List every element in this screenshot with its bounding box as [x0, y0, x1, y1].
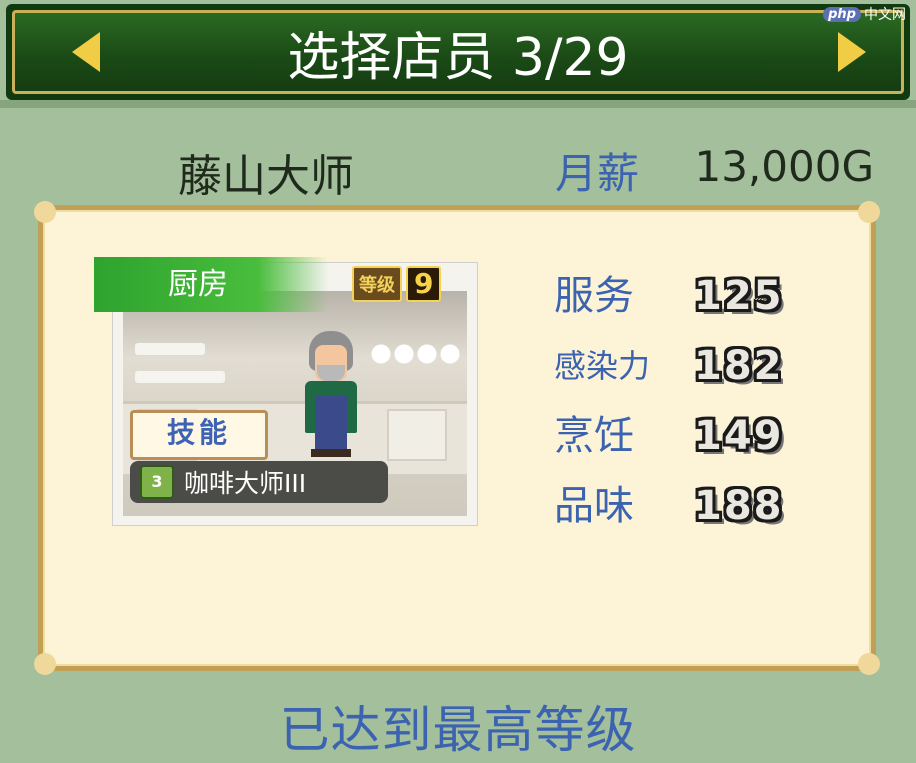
stat-value: 188: [694, 483, 784, 529]
stat-label: 服务: [554, 273, 634, 319]
watermark: php 中文网: [823, 4, 906, 24]
chef-apron: [315, 395, 347, 451]
chef-feet: [311, 449, 351, 457]
panel-corner: [858, 201, 880, 223]
page-title: 选择店员 3/29: [287, 28, 629, 88]
level-value: 9: [406, 266, 442, 302]
max-level-status: 已达到最高等级: [279, 701, 637, 759]
stat-label: 感染力: [554, 347, 651, 385]
skill-bar[interactable]: 3 咖啡大师III: [130, 461, 388, 503]
shelf: [135, 371, 225, 383]
department-tag: 厨房: [94, 257, 328, 312]
panel-corner: [34, 201, 56, 223]
panel-corner: [34, 653, 56, 675]
cups: [369, 341, 461, 367]
stat-label: 品味: [554, 483, 634, 529]
arrow-left-icon[interactable]: [72, 32, 100, 72]
header-bar: 选择店员 3/29 php 中文网: [6, 4, 910, 100]
shelf: [135, 343, 205, 355]
chef-sprite: [301, 331, 361, 459]
arrow-right-icon[interactable]: [838, 32, 866, 72]
cabinet-door: [387, 409, 447, 461]
panel-corner: [858, 653, 880, 675]
watermark-text: 中文网: [864, 7, 906, 23]
stat-label: 烹饪: [554, 413, 634, 459]
stat-value: 182: [694, 343, 784, 389]
skill-icon: 3: [140, 465, 174, 499]
level-label: 等级: [352, 266, 402, 302]
skill-tag: 技能: [130, 410, 268, 460]
stat-value: 149: [694, 413, 784, 459]
header-shadow: [0, 100, 916, 108]
level-badge: 等级 9: [352, 266, 442, 302]
stat-value: 125: [694, 273, 784, 319]
salary-label: 月薪: [555, 149, 640, 198]
header-inner: 选择店员 3/29: [12, 10, 904, 94]
skill-name: 咖啡大师III: [184, 469, 307, 498]
watermark-logo: php: [823, 6, 861, 22]
staff-name: 藤山大师: [178, 151, 354, 202]
chef-beard: [317, 365, 345, 381]
salary-value: 13,000G: [694, 142, 874, 191]
